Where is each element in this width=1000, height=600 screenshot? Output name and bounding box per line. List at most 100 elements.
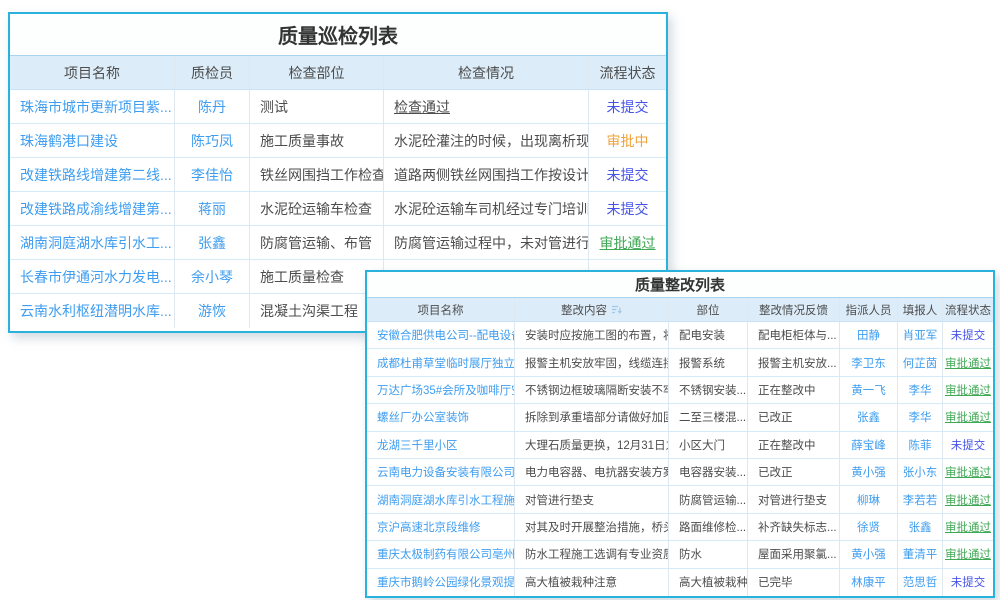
status-badge[interactable]: 审批通过 (943, 514, 993, 540)
assignee-link[interactable]: 张鑫 (840, 404, 898, 430)
table-row: 云南电力设备安装有限公司20...电力电容器、电抗器安装方案...电容器安装..… (367, 459, 993, 486)
column-header-situation: 检查情况 (384, 56, 589, 89)
part-cell: 防腐管运输... (669, 486, 748, 512)
inspector-link[interactable]: 游恢 (175, 294, 250, 328)
status-badge[interactable]: 未提交 (943, 569, 993, 596)
feedback-cell: 已改正 (748, 459, 840, 485)
assignee-link[interactable]: 黄小强 (840, 541, 898, 567)
project-link[interactable]: 珠海鹤港口建设 (10, 124, 175, 157)
table-row: 龙湖三千里小区大理石质量更换，12月31日之...小区大门正在整改中薛宝峰陈菲未… (367, 432, 993, 459)
project-link[interactable]: 成都杜甫草堂临时展厅独立展... (367, 349, 515, 375)
status-badge[interactable]: 审批中 (589, 124, 666, 157)
status-badge[interactable]: 审批通过 (943, 404, 993, 430)
content-cell: 报警主机安放牢固，线缆连接... (515, 349, 669, 375)
table-row: 湖南洞庭湖水库引水工程施工标对管进行垫支防腐管运输...对管进行垫支柳琳李若若审… (367, 486, 993, 513)
sort-icon[interactable] (611, 304, 622, 315)
project-link[interactable]: 湖南洞庭湖水库引水工程施工标 (367, 486, 515, 512)
rectification-table-header: 项目名称 整改内容 部位 整改情况反馈 指派人员 填报人 流程状态 (367, 298, 993, 322)
assignee-link[interactable]: 田静 (840, 322, 898, 348)
project-link[interactable]: 长春市伊通河水力发电... (10, 260, 175, 293)
status-badge[interactable]: 审批通过 (943, 541, 993, 567)
reporter-link[interactable]: 何芷茵 (898, 349, 943, 375)
status-badge[interactable]: 未提交 (943, 322, 993, 348)
project-link[interactable]: 重庆市鹅岭公园绿化景观提升... (367, 569, 515, 596)
part-cell: 施工质量检查 (250, 260, 384, 293)
inspector-link[interactable]: 余小琴 (175, 260, 250, 293)
table-row: 珠海市城市更新项目紫...陈丹测试检查通过未提交 (10, 90, 666, 124)
inspector-link[interactable]: 李佳怡 (175, 158, 250, 191)
inspector-link[interactable]: 陈丹 (175, 90, 250, 123)
column-header-reporter: 填报人 (898, 298, 943, 321)
column-header-content[interactable]: 整改内容 (515, 298, 669, 321)
reporter-link[interactable]: 张小东 (898, 459, 943, 485)
assignee-link[interactable]: 薛宝峰 (840, 432, 898, 458)
table-row: 改建铁路成渝线增建第...蒋丽水泥砼运输车检查水泥砼运输车司机经过专门培训...… (10, 192, 666, 226)
reporter-link[interactable]: 董清平 (898, 541, 943, 567)
part-cell: 配电安装 (669, 322, 748, 348)
rectification-table: 质量整改列表 项目名称 整改内容 部位 整改情况反馈 指派人员 填报人 流程状态… (365, 270, 995, 598)
feedback-cell: 正在整改中 (748, 377, 840, 403)
project-link[interactable]: 万达广场35#会所及咖啡厅空... (367, 377, 515, 403)
inspector-link[interactable]: 陈巧凤 (175, 124, 250, 157)
status-badge[interactable]: 未提交 (589, 158, 666, 191)
inspection-table-header: 项目名称 质检员 检查部位 检查情况 流程状态 (10, 56, 666, 90)
project-link[interactable]: 改建铁路成渝线增建第... (10, 192, 175, 225)
table-row: 重庆太极制药有限公司亳州中...防水工程施工选调有专业资质...防水屋面采用聚氯… (367, 541, 993, 568)
feedback-cell: 对管进行垫支 (748, 486, 840, 512)
column-header-status: 流程状态 (589, 56, 666, 89)
project-link[interactable]: 安徽合肥供电公司--配电设备... (367, 322, 515, 348)
content-cell: 对管进行垫支 (515, 486, 669, 512)
status-badge[interactable]: 审批通过 (943, 349, 993, 375)
assignee-link[interactable]: 林康平 (840, 569, 898, 596)
status-badge[interactable]: 未提交 (943, 432, 993, 458)
assignee-link[interactable]: 柳琳 (840, 486, 898, 512)
part-cell: 不锈钢安装... (669, 377, 748, 403)
assignee-link[interactable]: 徐贤 (840, 514, 898, 540)
status-badge[interactable]: 未提交 (589, 90, 666, 123)
status-badge[interactable]: 审批通过 (943, 486, 993, 512)
assignee-link[interactable]: 黄小强 (840, 459, 898, 485)
project-link[interactable]: 云南水利枢纽潜明水库... (10, 294, 175, 328)
project-link[interactable]: 珠海市城市更新项目紫... (10, 90, 175, 123)
status-badge[interactable]: 审批通过 (589, 226, 666, 259)
status-badge[interactable]: 未提交 (589, 192, 666, 225)
column-header-feedback: 整改情况反馈 (748, 298, 840, 321)
column-header-content-label: 整改内容 (561, 302, 607, 318)
inspector-link[interactable]: 张鑫 (175, 226, 250, 259)
reporter-link[interactable]: 李若若 (898, 486, 943, 512)
situation-cell: 检查通过 (384, 90, 589, 123)
reporter-link[interactable]: 李华 (898, 404, 943, 430)
reporter-link[interactable]: 张鑫 (898, 514, 943, 540)
content-cell: 高大植被栽种注意 (515, 569, 669, 596)
table-row: 成都杜甫草堂临时展厅独立展...报警主机安放牢固，线缆连接...报警系统报警主机… (367, 349, 993, 376)
part-cell: 二至三楼混... (669, 404, 748, 430)
inspector-link[interactable]: 蒋丽 (175, 192, 250, 225)
project-link[interactable]: 重庆太极制药有限公司亳州中... (367, 541, 515, 567)
project-link[interactable]: 湖南洞庭湖水库引水工... (10, 226, 175, 259)
part-cell: 防水 (669, 541, 748, 567)
reporter-link[interactable]: 范思哲 (898, 569, 943, 596)
situation-cell: 防腐管运输过程中，未对管进行... (384, 226, 589, 259)
project-link[interactable]: 京沪高速北京段维修 (367, 514, 515, 540)
part-cell: 混凝土沟渠工程 (250, 294, 384, 328)
reporter-link[interactable]: 陈菲 (898, 432, 943, 458)
column-header-project: 项目名称 (10, 56, 175, 89)
table-row: 安徽合肥供电公司--配电设备...安装时应按施工图的布置，将...配电安装配电柜… (367, 322, 993, 349)
part-cell: 测试 (250, 90, 384, 123)
assignee-link[interactable]: 李卫东 (840, 349, 898, 375)
project-link[interactable]: 改建铁路线增建第二线... (10, 158, 175, 191)
part-cell: 水泥砼运输车检查 (250, 192, 384, 225)
reporter-link[interactable]: 肖亚军 (898, 322, 943, 348)
assignee-link[interactable]: 黄一飞 (840, 377, 898, 403)
column-header-status: 流程状态 (943, 298, 993, 321)
project-link[interactable]: 云南电力设备安装有限公司20... (367, 459, 515, 485)
status-badge[interactable]: 审批通过 (943, 377, 993, 403)
part-cell: 高大植被栽种 (669, 569, 748, 596)
project-link[interactable]: 螺丝厂办公室装饰 (367, 404, 515, 430)
status-badge[interactable]: 审批通过 (943, 459, 993, 485)
table-row: 万达广场35#会所及咖啡厅空...不锈钢边框玻璃隔断安装不牢...不锈钢安装..… (367, 377, 993, 404)
reporter-link[interactable]: 李华 (898, 377, 943, 403)
project-link[interactable]: 龙湖三千里小区 (367, 432, 515, 458)
feedback-cell: 屋面采用聚氯... (748, 541, 840, 567)
feedback-cell: 已改正 (748, 404, 840, 430)
